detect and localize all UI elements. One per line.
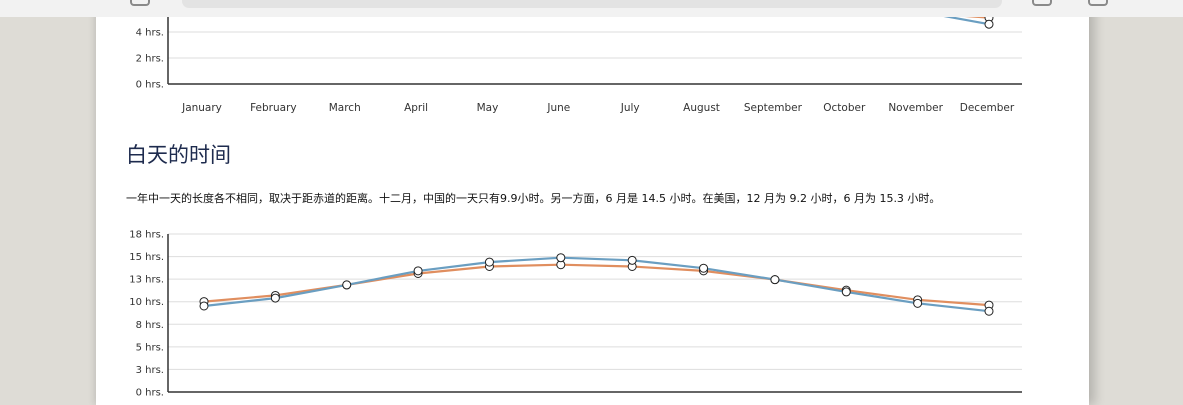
series-line-china [203,263,990,307]
y-tick-label: 15 hrs. [129,252,164,263]
address-bar[interactable] [182,0,1002,8]
tabs-icon[interactable] [1088,0,1108,6]
data-point-usa[interactable] [270,293,280,303]
data-point-usa[interactable] [413,266,423,276]
daylight-chart: 0 hrs. 3 hrs. 5 hrs. 8 hrs. 10 hrs. 13 hrs. 15… [129,230,1022,399]
y-tick-label: 0 hrs. [136,388,164,399]
data-point-usa[interactable] [556,253,566,263]
data-point-usa[interactable] [484,257,494,267]
data-point-usa[interactable] [913,298,923,308]
data-point-usa[interactable] [770,275,780,285]
y-tick-label: 13 hrs. [129,275,164,286]
browser-toolbar [0,0,1183,17]
y-tick-label: 18 hrs. [129,230,164,241]
y-tick-label: 5 hrs. [136,342,164,353]
data-point-usa[interactable] [841,287,851,297]
y-tick-label: 3 hrs. [136,365,164,376]
data-point-usa[interactable] [984,306,994,316]
data-point-usa[interactable] [199,301,209,311]
data-point-usa[interactable] [627,255,637,265]
data-point-usa[interactable] [342,280,352,290]
share-icon[interactable] [1032,0,1052,6]
data-point-usa[interactable] [699,263,709,273]
refresh-icon[interactable] [130,0,150,6]
y-tick-label: 10 hrs. [129,297,164,308]
y-tick-label: 8 hrs. [136,320,164,331]
